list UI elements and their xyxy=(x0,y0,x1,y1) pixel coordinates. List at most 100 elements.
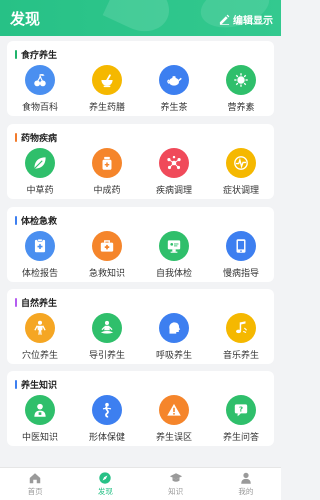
tab-home[interactable]: 首页 xyxy=(0,468,70,500)
section-card-natural: 自然养生 穴位养生 导引养生 呼吸养生 音乐养生 xyxy=(7,289,274,364)
grid-item-nutrients[interactable]: 营养素 xyxy=(208,65,274,113)
section-title: 食疗养生 xyxy=(15,48,57,61)
section-card-medicine: 药物疾病 中草药 中成药 疾病调理 症状调理 xyxy=(7,124,274,199)
section-card-checkup: 体检急救 体检报告 急救知识 自我体检 慢病指导 xyxy=(7,207,274,282)
grid-item-self-check[interactable]: 自我体检 xyxy=(141,231,207,279)
grid-item-tcm-knowledge[interactable]: 中医知识 xyxy=(7,395,73,443)
grid-item-disease-care[interactable]: 疾病调理 xyxy=(141,148,207,196)
item-label: 疾病调理 xyxy=(155,186,192,196)
grid-item-food-encyclopedia[interactable]: 食物百科 xyxy=(7,65,73,113)
item-label: 症状调理 xyxy=(222,186,259,196)
bottom-tab-bar: 首页 发现 知识 我的 xyxy=(0,467,281,500)
mortar-icon xyxy=(92,65,122,95)
grid-item-breathing[interactable]: 呼吸养生 xyxy=(141,313,207,361)
svg-text:?: ? xyxy=(239,405,243,414)
page-title: 发现 xyxy=(10,10,41,28)
report-icon xyxy=(25,231,55,261)
item-label: 中草药 xyxy=(26,186,54,196)
monitor-icon xyxy=(159,231,189,261)
medicine-bottle-icon xyxy=(92,148,122,178)
item-label: 养生茶 xyxy=(160,103,188,113)
herb-leaf-icon xyxy=(25,148,55,178)
grid-item-first-aid[interactable]: 急救知识 xyxy=(74,231,140,279)
section-title: 药物疾病 xyxy=(15,131,57,144)
person-icon xyxy=(211,471,281,485)
tab-label: 我的 xyxy=(238,487,254,496)
section-title-text: 食疗养生 xyxy=(21,51,58,61)
section-title-bar xyxy=(15,216,17,225)
warning-icon xyxy=(159,395,189,425)
section-title-text: 养生知识 xyxy=(21,381,58,391)
head-profile-icon xyxy=(159,313,189,343)
figure-icon xyxy=(92,395,122,425)
music-note-icon xyxy=(226,313,256,343)
pencil-icon xyxy=(219,14,230,25)
grid-item-acupoint[interactable]: 穴位养生 xyxy=(7,313,73,361)
grid-item-patent-medicine[interactable]: 中成药 xyxy=(74,148,140,196)
grid-item-misconceptions[interactable]: 养生误区 xyxy=(141,395,207,443)
section-title-text: 体检急救 xyxy=(21,217,58,227)
home-icon xyxy=(0,471,70,485)
molecule-icon xyxy=(159,148,189,178)
item-label: 音乐养生 xyxy=(222,351,259,361)
tab-label: 发现 xyxy=(97,487,113,496)
body-icon xyxy=(25,313,55,343)
section-card-knowledge: 养生知识 中医知识 形体保健 养生误区 ? 养生问答 xyxy=(7,371,274,446)
item-label: 急救知识 xyxy=(88,269,125,279)
item-label: 自我体检 xyxy=(155,269,192,279)
header-leaf-decoration xyxy=(102,0,178,36)
section-title-text: 自然养生 xyxy=(21,299,58,309)
item-label: 养生问答 xyxy=(222,433,259,443)
grid-item-chronic-guide[interactable]: 慢病指导 xyxy=(208,231,274,279)
tab-mine[interactable]: 我的 xyxy=(211,468,281,500)
grid-item-medicinal-diet[interactable]: 养生药膳 xyxy=(74,65,140,113)
item-label: 食物百科 xyxy=(21,103,58,113)
grid-item-symptom-care[interactable]: 症状调理 xyxy=(208,148,274,196)
item-label: 穴位养生 xyxy=(21,351,58,361)
teapot-icon xyxy=(159,65,189,95)
grid-item-daoyin[interactable]: 导引养生 xyxy=(74,313,140,361)
compass-icon xyxy=(70,471,140,485)
virus-icon xyxy=(226,65,256,95)
grid-item-qa[interactable]: ? 养生问答 xyxy=(208,395,274,443)
pulse-icon xyxy=(226,148,256,178)
graduation-cap-icon xyxy=(141,471,211,485)
section-title: 体检急救 xyxy=(15,214,57,227)
section-title-bar xyxy=(15,133,17,142)
item-label: 形体保健 xyxy=(88,433,125,443)
doctor-icon xyxy=(25,395,55,425)
meditation-icon xyxy=(92,313,122,343)
item-label: 慢病指导 xyxy=(222,269,259,279)
cherry-icon xyxy=(25,65,55,95)
item-label: 体检报告 xyxy=(21,269,58,279)
section-title-bar xyxy=(15,298,17,307)
grid-item-health-tea[interactable]: 养生茶 xyxy=(141,65,207,113)
grid-item-body-care[interactable]: 形体保健 xyxy=(74,395,140,443)
header: 发现 编辑显示 xyxy=(0,0,281,36)
tab-label: 知识 xyxy=(168,487,184,496)
item-label: 养生误区 xyxy=(155,433,192,443)
section-card-diet: 食疗养生 食物百科 养生药膳 养生茶 营养素 xyxy=(7,41,274,116)
grid-item-music[interactable]: 音乐养生 xyxy=(208,313,274,361)
item-label: 导引养生 xyxy=(88,351,125,361)
item-label: 呼吸养生 xyxy=(155,351,192,361)
qa-icon: ? xyxy=(226,395,256,425)
item-label: 养生药膳 xyxy=(88,103,125,113)
first-aid-kit-icon xyxy=(92,231,122,261)
edit-display-label: 编辑显示 xyxy=(233,16,273,27)
section-title-bar xyxy=(15,50,17,59)
section-title-bar xyxy=(15,380,17,389)
tablet-icon xyxy=(226,231,256,261)
grid-item-checkup-report[interactable]: 体检报告 xyxy=(7,231,73,279)
item-label: 营养素 xyxy=(227,103,255,113)
section-title: 养生知识 xyxy=(15,378,57,391)
tab-knowledge[interactable]: 知识 xyxy=(141,468,211,500)
tab-discover[interactable]: 发现 xyxy=(70,468,140,500)
item-label: 中成药 xyxy=(93,186,121,196)
grid-item-herbs[interactable]: 中草药 xyxy=(7,148,73,196)
item-label: 中医知识 xyxy=(21,433,58,443)
section-title-text: 药物疾病 xyxy=(21,134,58,144)
tab-label: 首页 xyxy=(27,487,43,496)
section-title: 自然养生 xyxy=(15,296,57,309)
edit-display-button[interactable]: 编辑显示 xyxy=(219,12,273,27)
